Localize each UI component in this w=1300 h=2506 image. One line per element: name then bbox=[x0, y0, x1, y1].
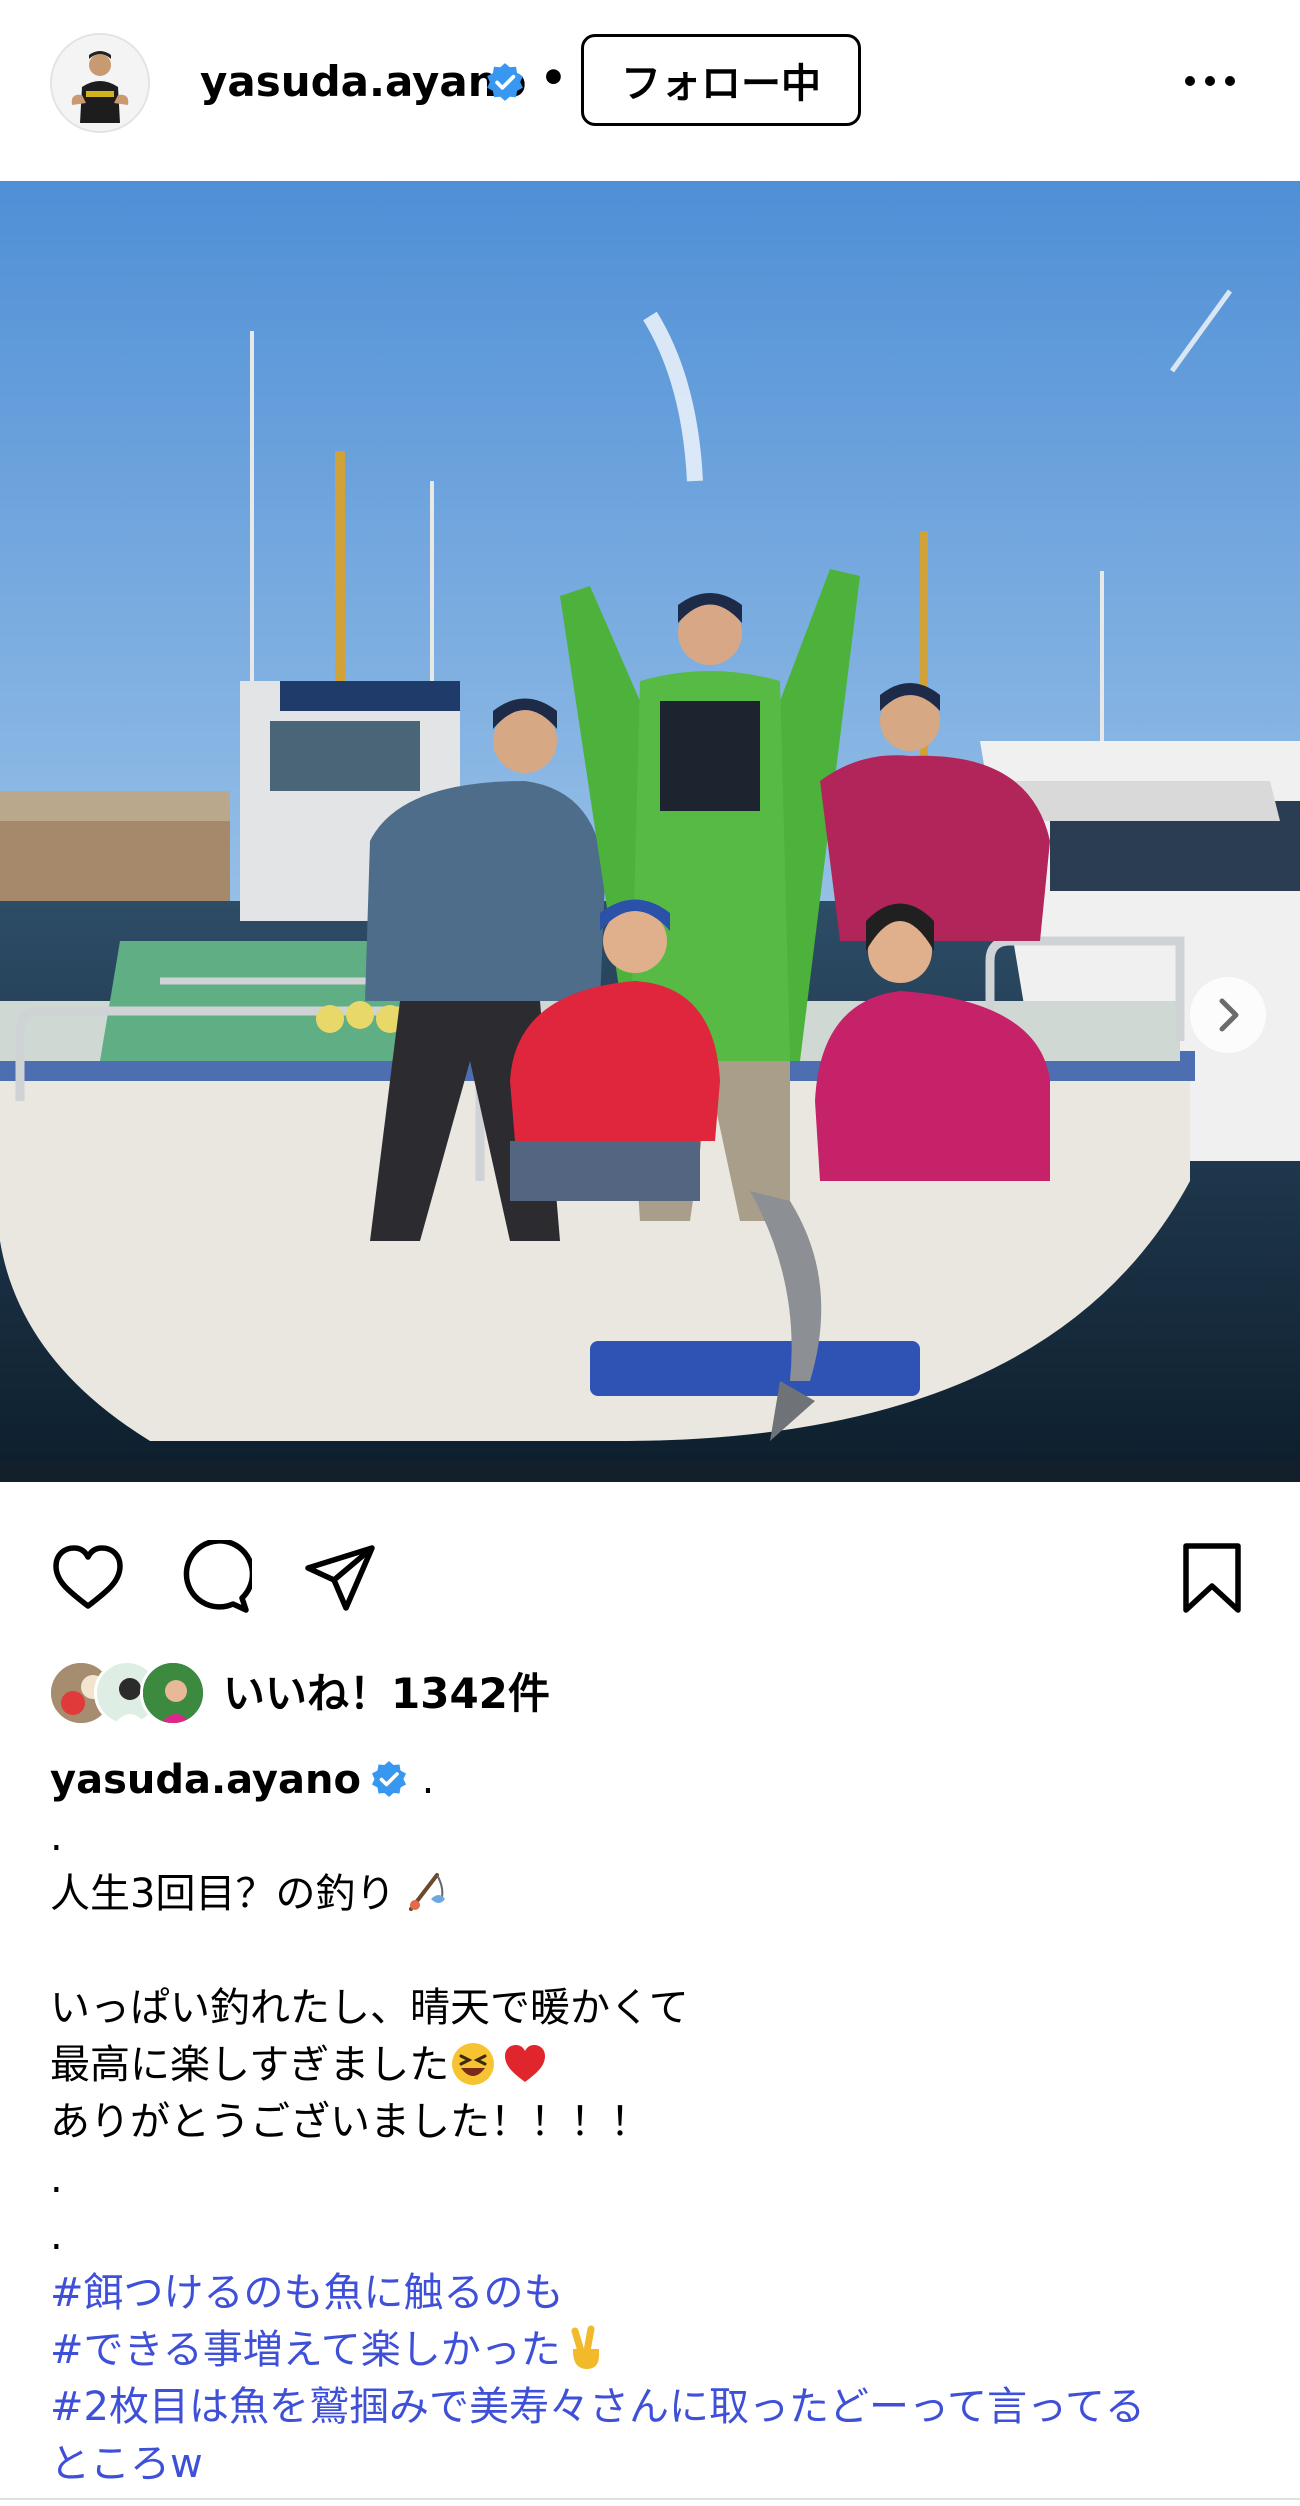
following-button[interactable]: フォロー中 bbox=[581, 34, 861, 126]
verified-badge-icon bbox=[371, 1761, 406, 1797]
fishing-pole-emoji bbox=[409, 1873, 446, 1911]
liker-avatar bbox=[140, 1660, 206, 1726]
red-heart-emoji bbox=[505, 2045, 546, 2082]
post-header: yasuda.ayano • フォロー中 bbox=[0, 0, 1300, 180]
caption-line: . bbox=[50, 1814, 63, 1860]
verified-badge-icon bbox=[487, 63, 523, 101]
boat-group-photo bbox=[0, 181, 1300, 1482]
victory-hand-emoji bbox=[571, 2325, 599, 2369]
comment-icon[interactable] bbox=[176, 1540, 252, 1616]
post-photo[interactable] bbox=[0, 181, 1300, 1482]
caption-line: 人生3回目？の釣り bbox=[50, 1871, 396, 1917]
caption-line: ありがとうございました！！！！ bbox=[50, 2099, 650, 2145]
hashtag-link[interactable]: ところw bbox=[50, 2436, 1260, 2493]
header-username[interactable]: yasuda.ayano bbox=[200, 52, 527, 112]
caption-line: 最高に楽しすぎました bbox=[50, 2042, 450, 2088]
chevron-right-icon bbox=[1219, 998, 1239, 1032]
caption-line: いっぱい釣れたし、晴天で暖かくて bbox=[50, 1985, 689, 2031]
caption-username[interactable]: yasuda.ayano bbox=[50, 1757, 361, 1803]
caption-line: . bbox=[50, 2213, 63, 2259]
action-bar bbox=[0, 1520, 1300, 1630]
divider bbox=[0, 2498, 1300, 2500]
hashtag-link[interactable]: #餌つけるのも魚に触るのも bbox=[50, 2265, 1260, 2322]
avatar[interactable] bbox=[50, 33, 150, 133]
hashtag-link[interactable]: #2枚目は魚を鷲掴みで美寿々さんに取ったどーって言ってる bbox=[50, 2379, 1260, 2436]
caption-line: . bbox=[50, 2156, 63, 2202]
laughing-face-emoji bbox=[452, 2043, 495, 2085]
next-slide-button[interactable] bbox=[1190, 977, 1266, 1053]
header-separator: • bbox=[540, 53, 567, 102]
caption-line bbox=[50, 1923, 1260, 1980]
share-icon[interactable] bbox=[302, 1540, 378, 1616]
bookmark-icon[interactable] bbox=[1174, 1540, 1250, 1616]
caption-dot: . bbox=[408, 1757, 435, 1803]
likes-count[interactable]: いいね！1342件 bbox=[223, 1666, 550, 1722]
caption: yasuda.ayano . . 人生3回目？の釣り いっぱい釣れたし、晴天で暖… bbox=[50, 1752, 1260, 2493]
heart-icon[interactable] bbox=[50, 1540, 126, 1616]
more-options-icon[interactable] bbox=[1182, 66, 1238, 96]
hashtag-link[interactable]: #できる事増えて楽しかった bbox=[50, 2327, 561, 2373]
